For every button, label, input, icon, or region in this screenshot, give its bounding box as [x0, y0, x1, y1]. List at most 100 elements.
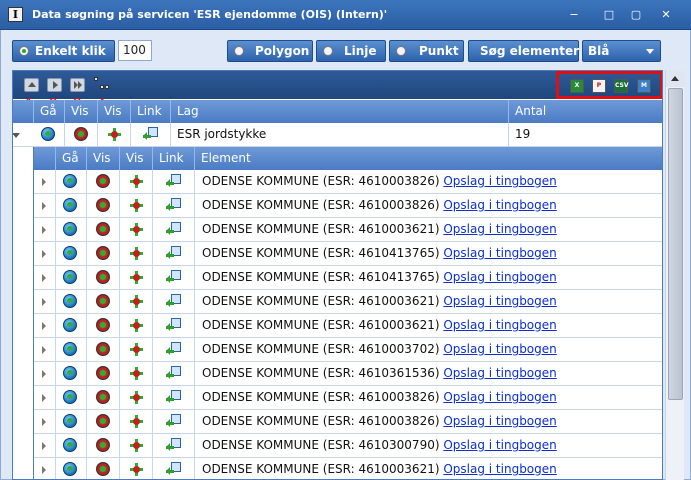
globe-icon[interactable] — [63, 174, 77, 188]
land-registry-link[interactable]: Opslag i tingbogen — [443, 390, 556, 404]
pan-to-icon[interactable] — [129, 294, 144, 309]
row-go-cell[interactable] — [56, 242, 87, 266]
row-expander[interactable] — [34, 218, 56, 242]
row-show-cell-1[interactable] — [87, 314, 120, 338]
layer-link-cell[interactable] — [131, 123, 171, 147]
row-show-cell-1[interactable] — [87, 290, 120, 314]
row-link-cell[interactable] — [153, 170, 195, 194]
row-show-cell-2[interactable] — [120, 434, 153, 458]
link-icon[interactable] — [166, 222, 182, 237]
map-export-icon[interactable]: M — [637, 79, 651, 93]
row-show-cell-1[interactable] — [87, 434, 120, 458]
row-show-cell-2[interactable] — [120, 266, 153, 290]
zoom-to-icon[interactable] — [96, 246, 110, 260]
element-row[interactable]: ODENSE KOMMUNE (ESR: 4610413765) Opslag … — [34, 242, 662, 266]
land-registry-link[interactable]: Opslag i tingbogen — [443, 246, 556, 260]
element-row[interactable]: ODENSE KOMMUNE (ESR: 4610003621) Opslag … — [34, 458, 662, 479]
row-show-cell-1[interactable] — [87, 218, 120, 242]
land-registry-link[interactable]: Opslag i tingbogen — [443, 294, 556, 308]
pan-to-icon[interactable] — [129, 438, 144, 453]
globe-icon[interactable] — [63, 222, 77, 236]
row-link-cell[interactable] — [153, 434, 195, 458]
row-show-cell-2[interactable] — [120, 410, 153, 434]
land-registry-link[interactable]: Opslag i tingbogen — [443, 318, 556, 332]
globe-icon[interactable] — [63, 270, 77, 284]
row-expander[interactable] — [34, 434, 56, 458]
row-go-cell[interactable] — [56, 458, 87, 479]
row-show-cell-2[interactable] — [120, 242, 153, 266]
row-go-cell[interactable] — [56, 386, 87, 410]
zoom-to-icon[interactable] — [96, 342, 110, 356]
globe-icon[interactable] — [63, 294, 77, 308]
close-icon[interactable]: ✕ — [659, 8, 673, 22]
expand-next-button[interactable] — [47, 78, 62, 92]
single-click-button[interactable]: Enkelt klik — [12, 40, 115, 62]
pan-to-icon[interactable] — [129, 462, 144, 477]
pan-to-icon[interactable] — [129, 198, 144, 213]
zoom-to-icon[interactable] — [96, 198, 110, 212]
header-show-2[interactable]: Vis — [98, 100, 131, 123]
globe-icon[interactable] — [63, 390, 77, 404]
land-registry-link[interactable]: Opslag i tingbogen — [443, 366, 556, 380]
link-icon[interactable] — [166, 270, 182, 285]
pan-to-icon[interactable] — [129, 246, 144, 261]
color-select[interactable]: Blå — [582, 40, 661, 62]
row-show-cell-1[interactable] — [87, 458, 120, 479]
row-show-cell-1[interactable] — [87, 170, 120, 194]
row-show-cell-2[interactable] — [120, 314, 153, 338]
row-show-cell-1[interactable] — [87, 194, 120, 218]
pdf-icon[interactable]: P — [592, 79, 606, 93]
header-link[interactable]: Link — [153, 147, 195, 170]
excel-icon[interactable]: X — [570, 79, 584, 93]
row-show-cell-2[interactable] — [120, 362, 153, 386]
link-icon[interactable] — [143, 127, 159, 142]
zoom-to-icon[interactable] — [96, 390, 110, 404]
row-go-cell[interactable] — [56, 410, 87, 434]
minimize-icon[interactable]: □ — [602, 8, 616, 22]
row-link-cell[interactable] — [153, 314, 195, 338]
row-link-cell[interactable] — [153, 242, 195, 266]
element-row[interactable]: ODENSE KOMMUNE (ESR: 4610300790) Opslag … — [34, 434, 662, 458]
layer-show-cell-2[interactable] — [98, 123, 131, 147]
layer-expander[interactable] — [13, 123, 34, 147]
element-row[interactable]: ODENSE KOMMUNE (ESR: 4610003621) Opslag … — [34, 290, 662, 314]
pin-icon[interactable]: − — [567, 8, 581, 22]
zoom-to-icon[interactable] — [96, 174, 110, 188]
element-row[interactable]: ODENSE KOMMUNE (ESR: 4610413765) Opslag … — [34, 266, 662, 290]
row-expander[interactable] — [34, 266, 56, 290]
tree-view-icon[interactable] — [94, 77, 110, 93]
row-link-cell[interactable] — [153, 386, 195, 410]
zoom-to-icon[interactable] — [96, 222, 110, 236]
row-show-cell-1[interactable] — [87, 386, 120, 410]
row-show-cell-1[interactable] — [87, 242, 120, 266]
row-link-cell[interactable] — [153, 218, 195, 242]
land-registry-link[interactable]: Opslag i tingbogen — [443, 222, 556, 236]
row-show-cell-1[interactable] — [87, 338, 120, 362]
row-expander[interactable] — [34, 170, 56, 194]
row-go-cell[interactable] — [56, 338, 87, 362]
zoom-to-icon[interactable] — [96, 414, 110, 428]
land-registry-link[interactable]: Opslag i tingbogen — [443, 270, 556, 284]
link-icon[interactable] — [166, 462, 182, 477]
layer-row[interactable]: ESR jordstykke 19 — [13, 123, 662, 147]
header-go[interactable]: Gå — [56, 147, 87, 170]
globe-icon[interactable] — [63, 414, 77, 428]
link-icon[interactable] — [166, 294, 182, 309]
link-icon[interactable] — [166, 366, 182, 381]
pan-to-icon[interactable] — [129, 342, 144, 357]
land-registry-link[interactable]: Opslag i tingbogen — [443, 462, 556, 476]
row-link-cell[interactable] — [153, 338, 195, 362]
land-registry-link[interactable]: Opslag i tingbogen — [443, 342, 556, 356]
row-expander[interactable] — [34, 386, 56, 410]
element-row[interactable]: ODENSE KOMMUNE (ESR: 4610003621) Opslag … — [34, 314, 662, 338]
zoom-to-icon[interactable] — [96, 438, 110, 452]
element-row[interactable]: ODENSE KOMMUNE (ESR: 4610003826) Opslag … — [34, 386, 662, 410]
row-show-cell-2[interactable] — [120, 218, 153, 242]
row-expander[interactable] — [34, 314, 56, 338]
row-show-cell-1[interactable] — [87, 410, 120, 434]
globe-icon[interactable] — [63, 438, 77, 452]
collapse-up-button[interactable] — [24, 78, 39, 92]
row-go-cell[interactable] — [56, 266, 87, 290]
globe-icon[interactable] — [63, 342, 77, 356]
row-link-cell[interactable] — [153, 290, 195, 314]
